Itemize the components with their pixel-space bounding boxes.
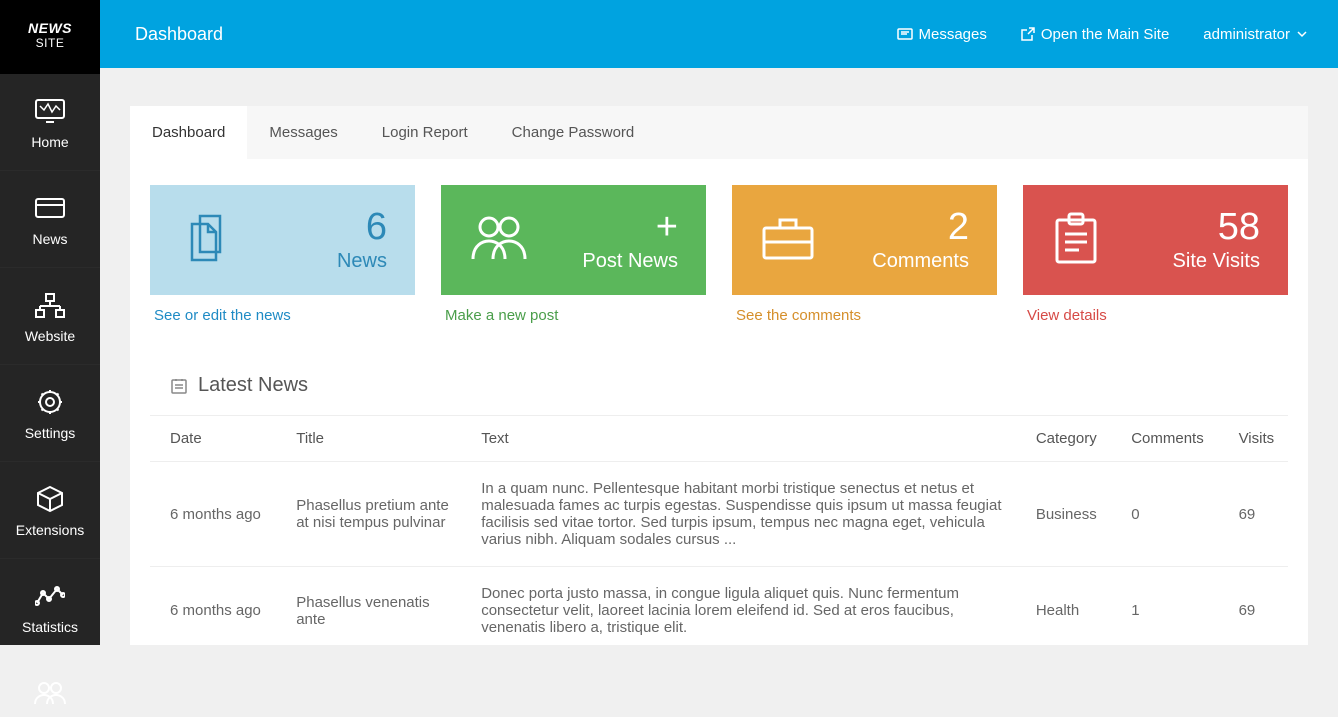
- stat-site-visits: 58 Site Visits View details: [1023, 185, 1288, 328]
- stat-label: Site Visits: [1173, 250, 1260, 273]
- page-title: Dashboard: [135, 24, 223, 45]
- nav-label: Settings: [25, 425, 76, 441]
- stat-value: +: [582, 208, 678, 246]
- pages-icon: [178, 210, 234, 271]
- stat-news: 6 News See or edit the news: [150, 185, 415, 328]
- card-icon: [0, 193, 100, 223]
- monitor-icon: [0, 96, 100, 126]
- nav-label: Extensions: [16, 522, 84, 538]
- stats-row: 6 News See or edit the news: [150, 185, 1288, 328]
- cube-icon: [0, 484, 100, 514]
- stat-box[interactable]: + Post News: [441, 185, 706, 295]
- col-date: Date: [150, 416, 276, 462]
- nav-item-home[interactable]: Home: [0, 74, 100, 171]
- clipboard-icon: [1051, 210, 1101, 271]
- message-icon: [897, 28, 913, 40]
- nav-label: Website: [25, 328, 75, 344]
- cell-text: In a quam nunc. Pellentesque habitant mo…: [461, 462, 1016, 567]
- stat-value: 6: [337, 208, 387, 246]
- nav-item-settings[interactable]: Settings: [0, 365, 100, 462]
- cell-visits: 69: [1219, 462, 1288, 567]
- col-text: Text: [461, 416, 1016, 462]
- users-icon: [0, 678, 100, 708]
- nav-item-website[interactable]: Website: [0, 268, 100, 365]
- stat-box[interactable]: 2 Comments: [732, 185, 997, 295]
- tab-login-report[interactable]: Login Report: [360, 106, 490, 159]
- top-messages-label: Messages: [919, 26, 987, 43]
- table-header-row: Date Title Text Category Comments Visits: [150, 416, 1288, 462]
- col-title: Title: [276, 416, 461, 462]
- cell-date: 6 months ago: [150, 567, 276, 646]
- tab-messages[interactable]: Messages: [247, 106, 359, 159]
- col-visits: Visits: [1219, 416, 1288, 462]
- sitemap-icon: [0, 290, 100, 320]
- sidebar: NEWS SITE Home News Website Settin: [0, 0, 100, 645]
- cell-date: 6 months ago: [150, 462, 276, 567]
- stat-box[interactable]: 58 Site Visits: [1023, 185, 1288, 295]
- nav-item-extensions[interactable]: Extensions: [0, 462, 100, 559]
- content-area: Dashboard Messages Login Report Change P…: [100, 68, 1338, 645]
- stat-link[interactable]: See or edit the news: [150, 295, 415, 328]
- cell-category: Health: [1016, 567, 1111, 646]
- stat-label: News: [337, 250, 387, 273]
- top-messages-link[interactable]: Messages: [897, 26, 987, 43]
- stat-box[interactable]: 6 News: [150, 185, 415, 295]
- nav-item-users[interactable]: [0, 656, 100, 717]
- cell-comments: 0: [1111, 462, 1218, 567]
- chevron-down-icon: [1296, 30, 1308, 38]
- stat-value: 58: [1173, 208, 1260, 246]
- tab-change-password[interactable]: Change Password: [490, 106, 657, 159]
- list-icon: [170, 377, 188, 395]
- cell-title: Phasellus pretium ante at nisi tempus pu…: [276, 462, 461, 567]
- tab-content: 6 News See or edit the news: [130, 159, 1308, 645]
- latest-news-table: Date Title Text Category Comments Visits…: [150, 415, 1288, 645]
- nav-item-statistics[interactable]: Statistics: [0, 559, 100, 656]
- nav-label: Statistics: [22, 619, 78, 635]
- stat-label: Comments: [872, 250, 969, 273]
- main: Dashboard Messages Open the Main Site ad…: [100, 0, 1338, 645]
- section-latest-news-title: Latest News: [170, 374, 1288, 397]
- cell-comments: 1: [1111, 567, 1218, 646]
- table-row[interactable]: 6 months ago Phasellus venenatis ante Do…: [150, 567, 1288, 646]
- nav-label: News: [32, 231, 67, 247]
- col-comments: Comments: [1111, 416, 1218, 462]
- col-category: Category: [1016, 416, 1111, 462]
- stat-link[interactable]: View details: [1023, 295, 1288, 328]
- stat-comments: 2 Comments See the comments: [732, 185, 997, 328]
- logo-bottom: SITE: [0, 36, 100, 50]
- top-mainsite-link[interactable]: Open the Main Site: [1021, 26, 1169, 43]
- topbar: Dashboard Messages Open the Main Site ad…: [100, 0, 1338, 68]
- users-icon: [469, 213, 529, 268]
- logo-top: NEWS: [0, 20, 100, 36]
- gear-icon: [0, 387, 100, 417]
- briefcase-icon: [760, 214, 816, 267]
- top-user-menu[interactable]: administrator: [1203, 26, 1308, 43]
- top-mainsite-label: Open the Main Site: [1041, 26, 1169, 43]
- cell-category: Business: [1016, 462, 1111, 567]
- nav-label: Home: [31, 134, 68, 150]
- top-user-label: administrator: [1203, 26, 1290, 43]
- external-link-icon: [1021, 27, 1035, 41]
- cell-title: Phasellus venenatis ante: [276, 567, 461, 646]
- stat-label: Post News: [582, 250, 678, 273]
- nav-item-news[interactable]: News: [0, 171, 100, 268]
- stat-link[interactable]: See the comments: [732, 295, 997, 328]
- stat-link[interactable]: Make a new post: [441, 295, 706, 328]
- logo: NEWS SITE: [0, 0, 100, 74]
- stat-value: 2: [872, 208, 969, 246]
- cell-text: Donec porta justo massa, in congue ligul…: [461, 567, 1016, 646]
- stat-post-news: + Post News Make a new post: [441, 185, 706, 328]
- chart-icon: [0, 581, 100, 611]
- table-row[interactable]: 6 months ago Phasellus pretium ante at n…: [150, 462, 1288, 567]
- tab-dashboard[interactable]: Dashboard: [130, 106, 247, 159]
- section-title-label: Latest News: [198, 374, 308, 397]
- cell-visits: 69: [1219, 567, 1288, 646]
- tab-bar: Dashboard Messages Login Report Change P…: [130, 106, 1308, 159]
